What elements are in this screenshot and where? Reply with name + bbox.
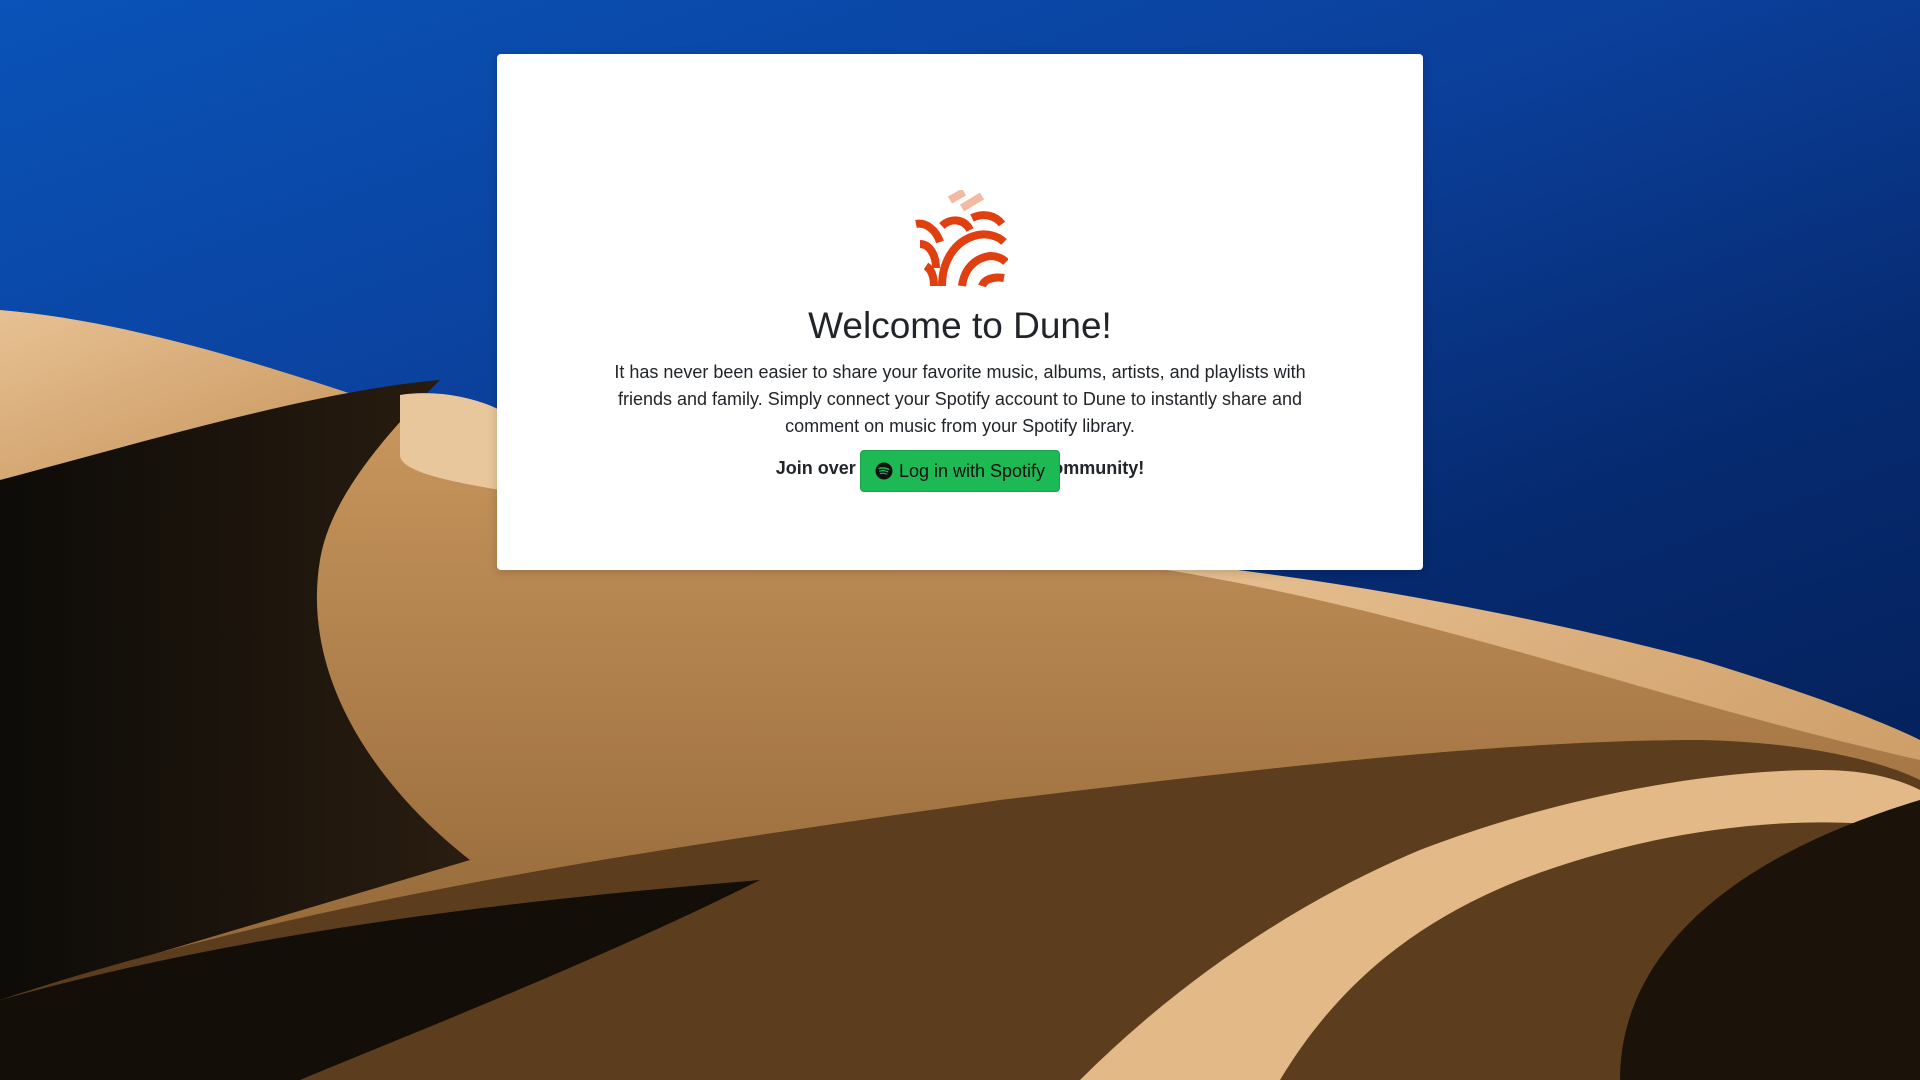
spotify-icon (875, 462, 893, 480)
spotify-login-label: Log in with Spotify (898, 460, 1046, 481)
welcome-description: It has never been easier to share your f… (614, 362, 1306, 436)
page-title: Welcome to Dune! (808, 305, 1112, 346)
spotify-login-button[interactable]: Log in with Spotify (860, 450, 1060, 492)
dune-logo-icon (915, 190, 1008, 288)
welcome-card: Welcome to Dune! It has never been easie… (497, 54, 1423, 570)
